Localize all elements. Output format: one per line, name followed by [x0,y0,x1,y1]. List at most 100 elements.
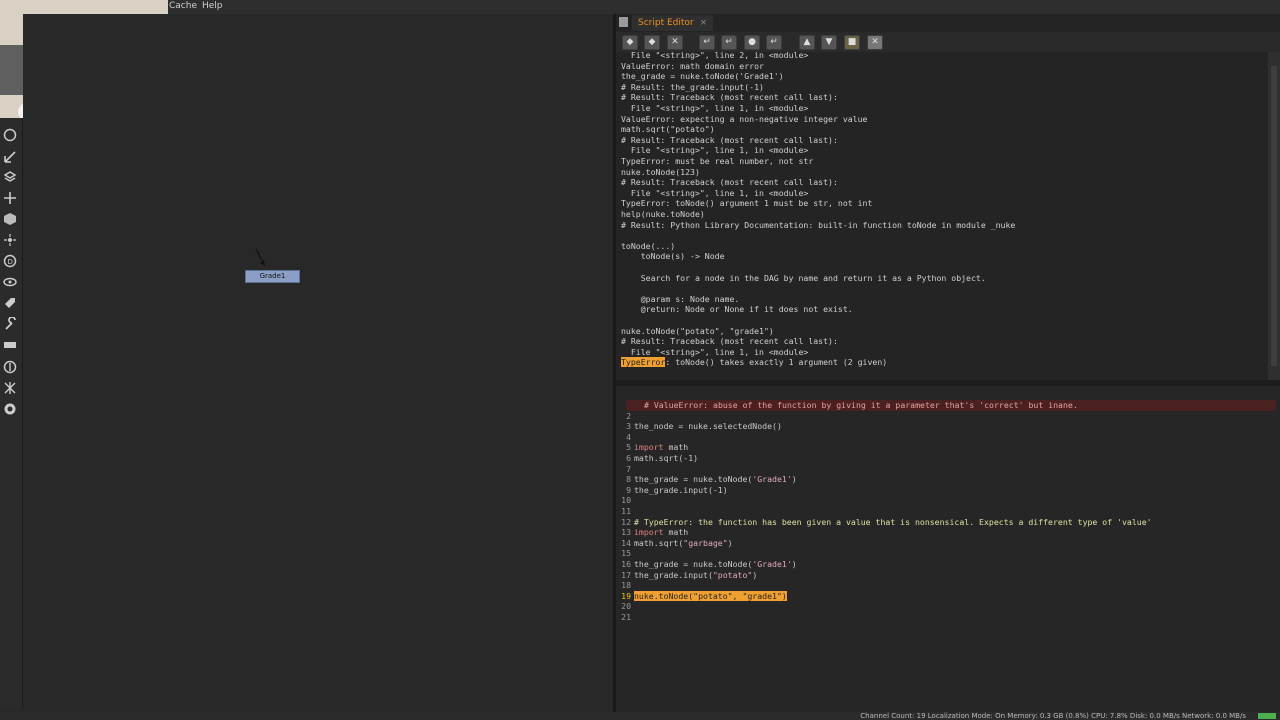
grade-node[interactable]: Grade1 [245,270,300,283]
tab-label: Script Editor [638,18,694,28]
input-arrow [255,248,266,267]
next-history-button[interactable]: ◆ [644,35,660,50]
code-line: nuke.toNode("potato", "grade1") [634,590,787,602]
code-line: math.sqrt("garbage") [634,538,733,549]
output-line: @return: Node or None if it does not exi… [621,304,853,315]
code-text: math.sqrt( [634,537,684,548]
other-icon[interactable] [3,338,17,352]
output-line: File "<string>", line 2, in <module> [621,52,809,60]
gizmos-icon[interactable] [3,402,17,416]
particles-icon[interactable] [3,233,17,247]
code-text: ) [791,474,797,485]
code-hl: nuke.toNode("potato", "grade1") [634,590,787,601]
time-icon[interactable] [3,170,17,184]
code-line: the_grade = nuke.toNode('Grade1') [634,559,797,570]
scrollbar-thumb[interactable] [1271,66,1277,366]
code-line: the_grade.input(-1) [634,485,728,496]
furnace-icon[interactable] [3,360,17,374]
line-number: 6 [626,453,631,463]
output-line: ValueError: expecting a non-negative int… [621,113,868,124]
code-text: the_node = nuke.selectedNode() [634,421,782,432]
output-line: Search for a node in the DAG by name and… [621,272,986,283]
line-number: 13 [621,527,631,538]
status-bar: Channel Count: 19 Localization Mode: On … [0,712,1280,720]
output-line: toNode(...) [621,240,676,251]
code-str: 'Grade1' [752,559,792,569]
code-line: import math [634,442,688,453]
image-node-icon[interactable] [3,128,17,142]
close-tab-icon[interactable]: × [700,18,708,28]
line-number: 10 [621,495,631,506]
clear-output-button[interactable]: ✕ [867,35,883,50]
line-number: 9 [626,484,631,495]
node-toolbar: D [0,118,23,708]
code-text: the_grade = nuke.toNode( [634,474,753,485]
code-kw: import [634,442,664,453]
save-script-button[interactable]: ● [744,35,760,50]
prev-history-button[interactable]: ◆ [622,35,638,50]
menu-help[interactable]: Help [202,1,223,11]
menu-bar: Cache Help [0,0,1280,14]
deep-icon[interactable]: D [3,254,17,268]
source-script-button[interactable]: ↵ [699,35,715,50]
code-comment: # TypeError: the function has been given… [634,516,1152,527]
menu-cache[interactable]: Cache [169,1,197,11]
output-line: help(nuke.toNode) [621,209,705,219]
code-str: "garbage" [683,537,728,548]
output-line: math.sqrt("potato") [621,124,715,135]
run-button[interactable]: ↵ [766,35,782,50]
output-line: # Result: Traceback (most recent call la… [621,134,838,145]
code-line: # ValueError: abuse of the function by g… [644,400,1078,411]
line-number: 17 [621,569,631,580]
line-number: 3 [626,421,631,432]
code-text: the_grade.input( [634,569,713,580]
clear-history-button[interactable]: ✕ [667,35,683,50]
output-line: # Result: Traceback (most recent call la… [621,92,838,103]
output-line: TypeError: toNode() argument 1 must be s… [621,198,873,209]
ofx-icon[interactable] [3,381,17,395]
line-number: 20 [621,601,631,612]
output-line: TypeError: must be real number, not str [621,156,814,166]
svg-text:D: D [8,258,13,266]
output-line: # Result: Python Library Documentation: … [621,219,1016,230]
code-line: math.sqrt(-1) [634,453,698,464]
status-text: Channel Count: 19 Localization Mode: On … [860,712,1246,720]
code-line: the_grade.input("potato") [634,570,757,581]
metadata-icon[interactable] [3,296,17,310]
code-text: ) [791,559,797,569]
show-output-only-button[interactable]: ▼ [821,35,837,50]
output-line: File "<string>", line 1, in <module> [621,145,809,156]
3d-icon[interactable] [3,212,17,226]
line-number: 4 [626,431,631,442]
load-script-button[interactable]: ↵ [721,35,737,50]
output-line: # Result: the_grade.input(-1) [621,81,764,92]
tab-bar: Script Editor × [616,14,1280,32]
show-both-button[interactable]: ■ [844,35,860,50]
code-text: math [663,527,689,538]
line-number: 8 [626,474,631,485]
output-scrollbar[interactable] [1268,52,1280,380]
show-input-only-button[interactable]: ▲ [799,35,815,50]
panel-menu-icon[interactable] [619,17,628,27]
output-line: File "<string>", line 1, in <module> [621,346,809,357]
output-line-error: TypeError: toNode() takes exactly 1 argu… [621,357,887,368]
line-number: 2 [626,410,631,421]
code-kw: import [634,527,664,538]
input-pane[interactable]: # ValueError: abuse of the function by g… [616,386,1280,712]
views-icon[interactable] [3,275,17,289]
output-line: toNode(s) -> Node [621,251,725,262]
status-indicator [1258,713,1276,719]
line-number: 21 [621,612,631,622]
output-pane[interactable]: File "<string>", line 2, in <module> Valu… [616,52,1268,380]
node-graph[interactable]: Grade1 [23,14,613,714]
error-message: : toNode() takes exactly 1 argument (2 g… [665,357,888,368]
tab-script-editor[interactable]: Script Editor × [632,15,714,31]
line-number: 12 [621,516,631,527]
output-line: # Result: Traceback (most recent call la… [621,177,838,188]
line-number: 18 [621,580,631,591]
output-line: @param s: Node name. [621,293,740,304]
line-number: 5 [626,442,631,453]
toolsets-icon[interactable] [3,317,17,331]
transform-icon[interactable] [3,191,17,205]
draw-icon[interactable] [3,150,17,164]
